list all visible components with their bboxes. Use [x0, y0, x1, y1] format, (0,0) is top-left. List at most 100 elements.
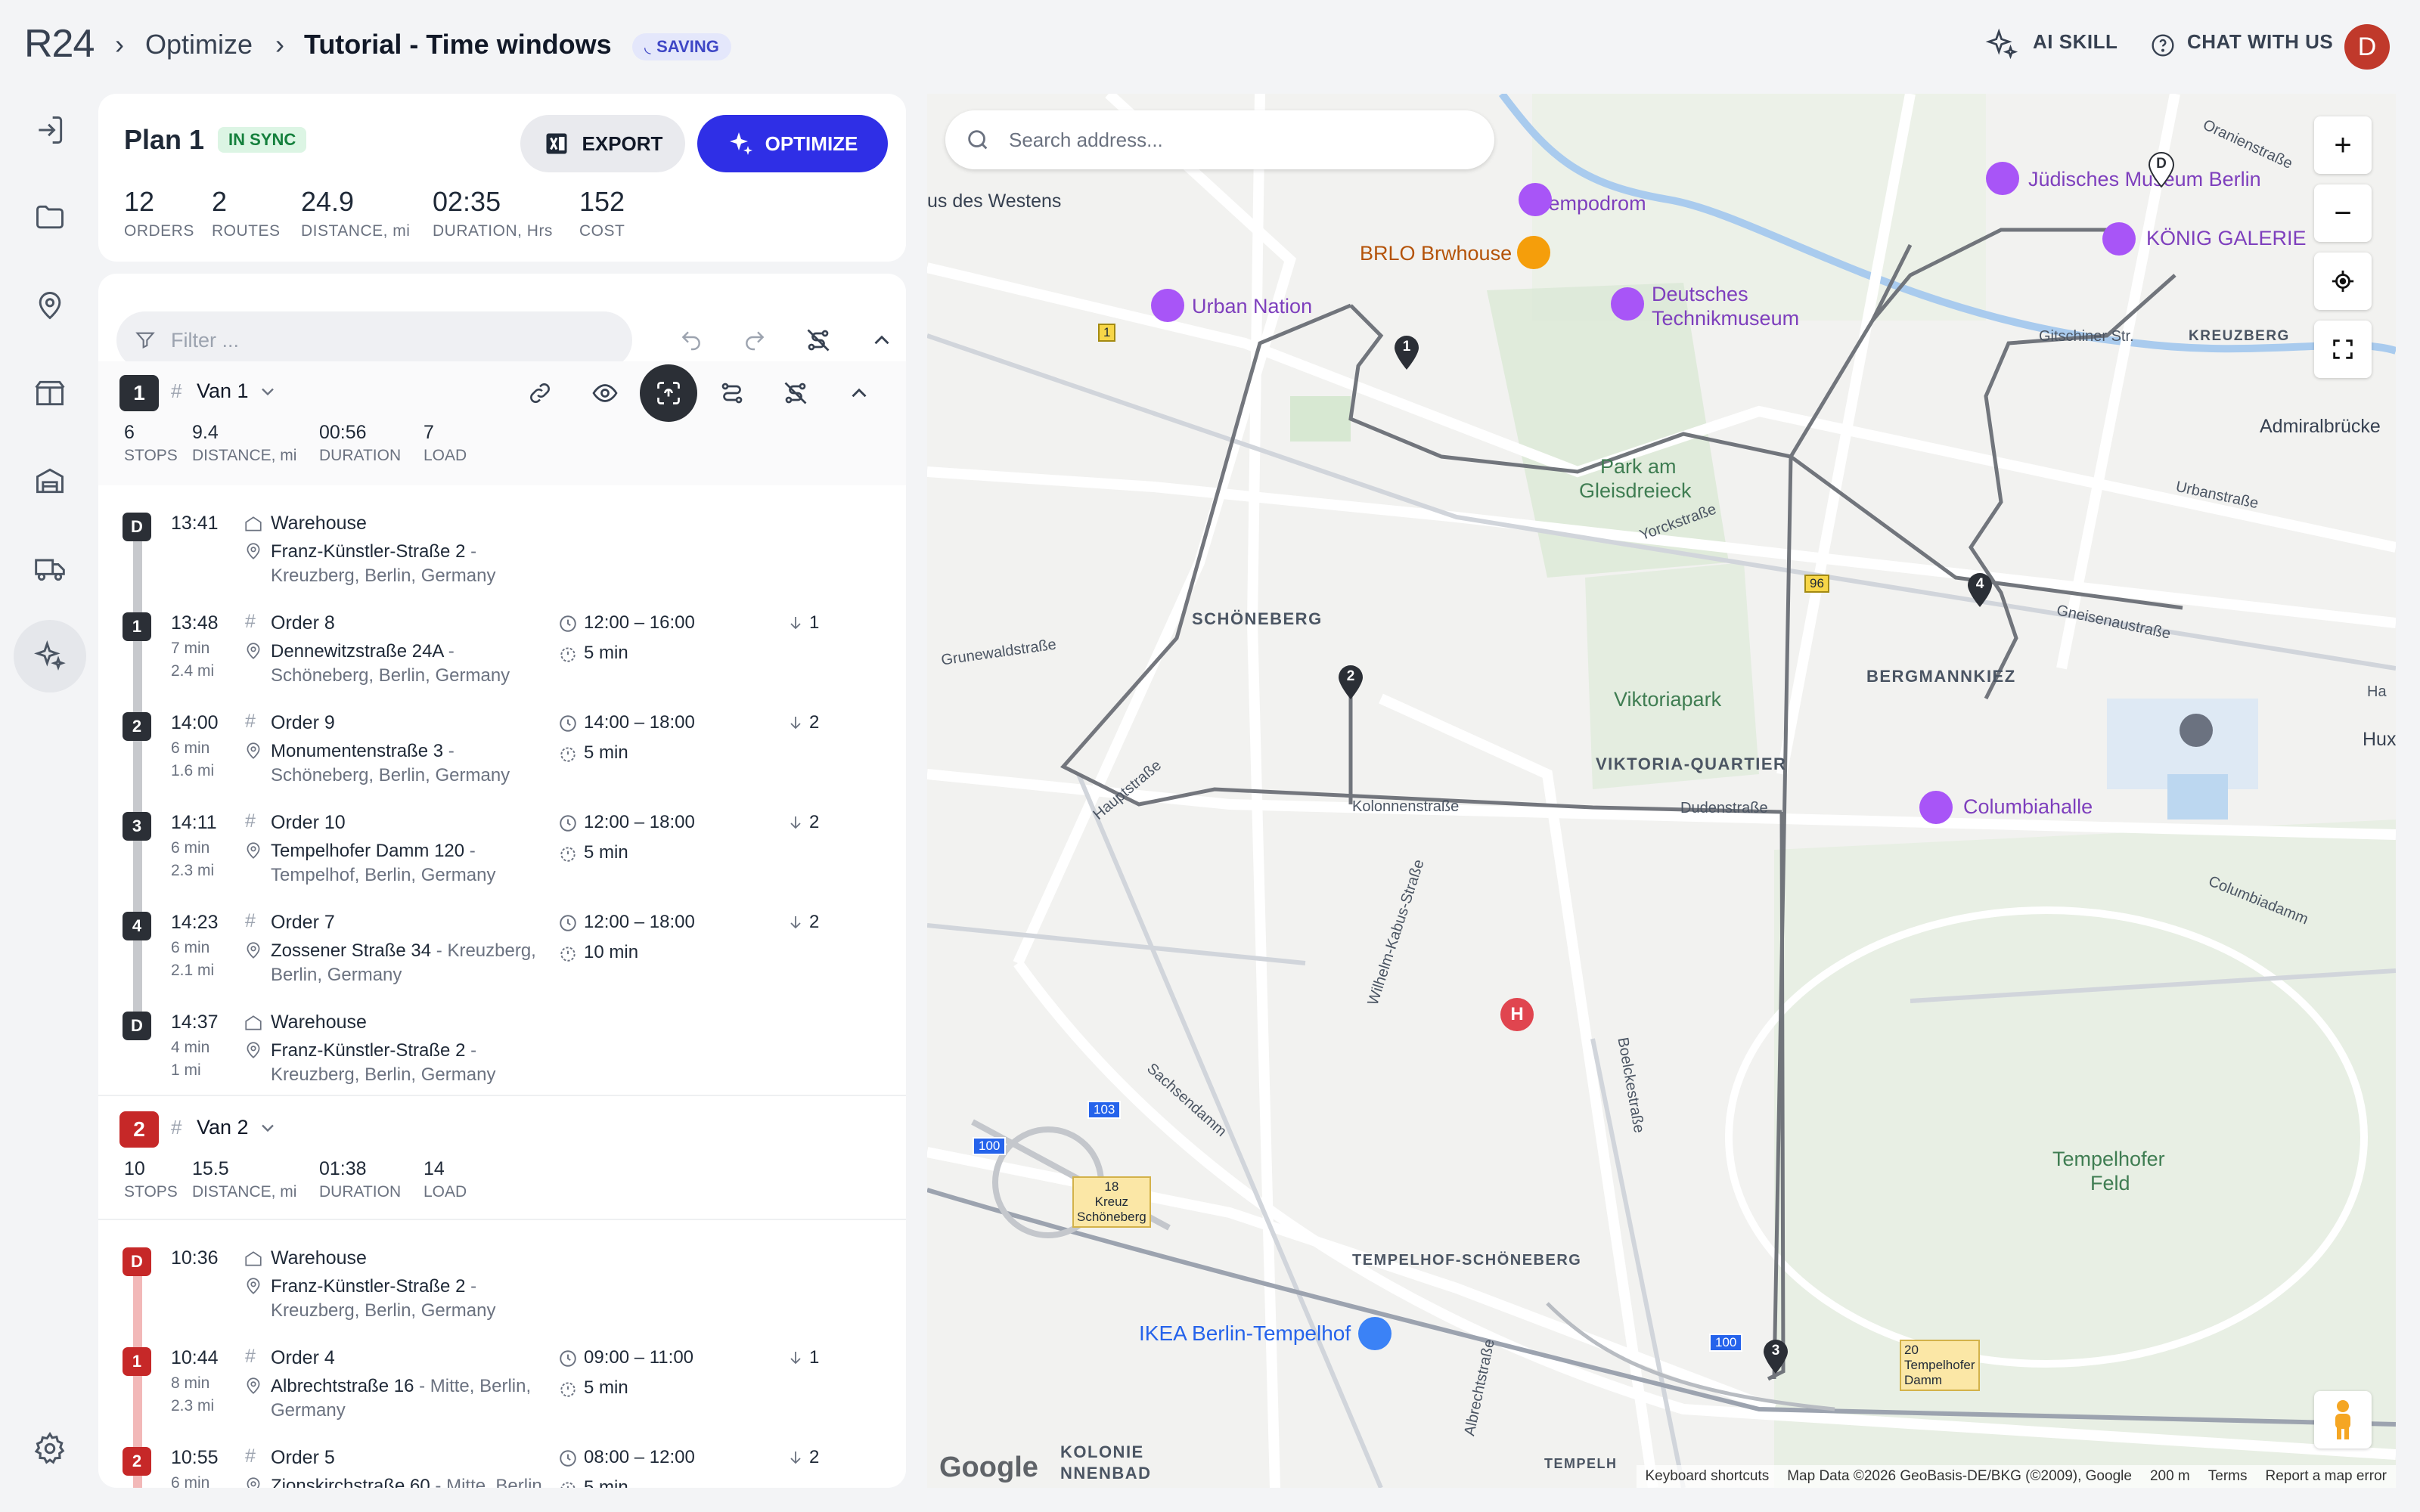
- stop-row[interactable]: 1 10:44 8 min 2.3 mi # Order 4 Albrechtstraße …: [98, 1334, 906, 1432]
- hide-routes-icon[interactable]: [796, 318, 841, 363]
- stop-name[interactable]: Order 7: [271, 912, 335, 934]
- optimize-button[interactable]: OPTIMIZE: [697, 115, 888, 172]
- street-view-pegman[interactable]: [2314, 1391, 2372, 1448]
- stop-address: Tempelhofer Damm 120 - Tempelhof, Berlin…: [271, 841, 496, 885]
- map-poi-label[interactable]: Tempodrom: [1538, 192, 1646, 215]
- map-poi-label[interactable]: KÖNIG GALERIE: [2146, 227, 2307, 250]
- route-icon[interactable]: [709, 370, 755, 416]
- my-location-button[interactable]: [2314, 253, 2372, 310]
- map-poi-label[interactable]: Columbiahalle: [1963, 795, 2093, 819]
- stop-name[interactable]: Warehouse: [271, 1247, 367, 1269]
- sparkle-icon[interactable]: [14, 620, 86, 692]
- warehouse-icon[interactable]: [14, 445, 86, 517]
- link-icon[interactable]: [517, 370, 563, 416]
- filter-input[interactable]: Filter ...: [116, 311, 632, 369]
- stop-name[interactable]: Order 9: [271, 712, 335, 734]
- stop-row[interactable]: D 13:41 Warehouse Franz-Künstler-Straße 2 -…: [98, 499, 906, 597]
- stop-row[interactable]: 3 14:11 6 min 2.3 mi # Order 10 Tempelhofer Da…: [98, 798, 906, 897]
- museum-pin-icon[interactable]: [1151, 289, 1184, 322]
- ai-skill-link[interactable]: AI SKILL: [2033, 30, 2118, 54]
- user-avatar[interactable]: D: [2344, 24, 2390, 70]
- filter-icon: [135, 332, 155, 349]
- focus-route-icon[interactable]: [640, 364, 697, 422]
- museum-pin-icon[interactable]: [1986, 162, 2019, 195]
- scale-label[interactable]: 200 m: [2150, 1468, 2190, 1485]
- map-poi-label[interactable]: IKEA Berlin-Tempelhof: [1139, 1321, 1351, 1346]
- package-icon[interactable]: [14, 357, 86, 429]
- map-view[interactable]: us des Westens Tempodrom BRLO Brwhouse U…: [927, 94, 2396, 1488]
- monument-pin-icon[interactable]: [2180, 714, 2213, 747]
- chevron-down-icon[interactable]: [257, 381, 278, 406]
- depot-marker[interactable]: D: [2148, 151, 2175, 188]
- route-stop-marker[interactable]: 2: [1337, 664, 1364, 700]
- folder-icon[interactable]: [14, 181, 86, 254]
- stop-name[interactable]: Order 8: [271, 612, 335, 634]
- hospital-icon[interactable]: H: [1500, 998, 1534, 1031]
- route-stop-marker[interactable]: 1: [1393, 334, 1420, 370]
- stop-row[interactable]: 2 10:55 6 min # Order 5 Zionskirchstraße 60 -…: [98, 1433, 906, 1488]
- stop-name[interactable]: Order 5: [271, 1447, 335, 1469]
- location-pin-icon[interactable]: [14, 269, 86, 342]
- stop-time-window: 09:00 – 11:00: [584, 1347, 694, 1368]
- stop-address: Dennewitzstraße 24A - Schöneberg, Berlin…: [271, 641, 510, 686]
- stop-name[interactable]: Warehouse: [271, 513, 367, 534]
- hash-icon: #: [245, 611, 256, 632]
- stop-row[interactable]: D 14:37 4 min 1 mi Warehouse Franz-Künstler-S…: [98, 998, 906, 1096]
- shop-pin-icon[interactable]: [1358, 1317, 1392, 1350]
- fullscreen-button[interactable]: [2314, 321, 2372, 378]
- stop-name[interactable]: Warehouse: [271, 1012, 367, 1033]
- bar-pin-icon[interactable]: [1517, 236, 1550, 269]
- undo-icon[interactable]: [669, 318, 714, 363]
- chevron-down-icon[interactable]: [257, 1117, 278, 1142]
- stop-row[interactable]: 1 13:48 7 min 2.4 mi # Order 8 Dennewitzstraße…: [98, 599, 906, 697]
- settings-icon[interactable]: [14, 1412, 86, 1485]
- sign-in-icon[interactable]: [14, 94, 86, 166]
- stop-name[interactable]: Order 4: [271, 1347, 335, 1369]
- route-name[interactable]: Van 2: [197, 1116, 249, 1139]
- chat-with-us-link[interactable]: CHAT WITH US: [2187, 30, 2333, 54]
- map-search-input[interactable]: Search address...: [945, 110, 1494, 169]
- report-error-link[interactable]: Report a map error: [2265, 1468, 2387, 1485]
- stop-address: Monumentenstraße 3 - Schöneberg, Berlin,…: [271, 741, 510, 785]
- export-button[interactable]: EXPORT: [520, 115, 685, 172]
- stop-name[interactable]: Order 10: [271, 812, 346, 834]
- redo-icon[interactable]: [732, 318, 777, 363]
- help-icon[interactable]: [2151, 33, 2175, 57]
- ai-sparkle-icon[interactable]: [1984, 27, 2019, 62]
- keyboard-shortcuts-link[interactable]: Keyboard shortcuts: [1646, 1468, 1770, 1485]
- route-header-van-2[interactable]: 2 # Van 2 10 STOPS 15.5 DISTANCE, mi 01:38…: [98, 1098, 906, 1222]
- map-poi-label[interactable]: BRLO Brwhouse: [1360, 242, 1512, 265]
- chevron-up-icon[interactable]: [836, 370, 882, 416]
- route-stop-marker[interactable]: 3: [1762, 1338, 1789, 1374]
- terms-link[interactable]: Terms: [2208, 1468, 2248, 1485]
- stop-row[interactable]: 4 14:23 6 min 2.1 mi # Order 7 Zossener Straße…: [98, 898, 906, 996]
- zoom-out-button[interactable]: −: [2314, 184, 2372, 242]
- eye-icon[interactable]: [582, 370, 628, 416]
- stop-travel-distance: 2.3 mi: [171, 862, 215, 879]
- stop-row[interactable]: D 10:36 Warehouse Franz-Künstler-Straße 2 -…: [98, 1234, 906, 1332]
- map-poi-label[interactable]: Technikmuseum: [1652, 307, 1799, 330]
- hide-route-icon[interactable]: [773, 370, 818, 416]
- collapse-all-icon[interactable]: [859, 318, 904, 363]
- venue-pin-icon[interactable]: [1919, 791, 1953, 824]
- map-district-label: SCHÖNEBERG: [1192, 609, 1323, 628]
- breadcrumb-optimize[interactable]: Optimize: [145, 29, 253, 60]
- warehouse-icon: [245, 516, 262, 531]
- museum-pin-icon[interactable]: [1611, 287, 1644, 321]
- truck-icon[interactable]: [14, 532, 86, 605]
- app-logo[interactable]: R24: [24, 21, 95, 67]
- poi-pin-icon[interactable]: [1519, 183, 1552, 216]
- route-header-van-1[interactable]: 1 # Van 1 6 STOPS 9.4 DISTANCE, mi 00:56 DU…: [98, 361, 906, 485]
- arrow-down-icon: [790, 1452, 801, 1464]
- route-stop-marker[interactable]: 4: [1966, 572, 1993, 608]
- map-poi-label[interactable]: Deutsches: [1652, 283, 1748, 306]
- route-name[interactable]: Van 1: [197, 380, 249, 403]
- map-poi-label[interactable]: Urban Nation: [1192, 295, 1312, 318]
- zoom-in-button[interactable]: +: [2314, 116, 2372, 174]
- stop-row[interactable]: 2 14:00 6 min 1.6 mi # Order 9 Monumentenstraß…: [98, 699, 906, 797]
- gallery-pin-icon[interactable]: [2102, 222, 2136, 256]
- map-attribution: Keyboard shortcuts Map Data ©2026 GeoBas…: [1636, 1465, 2396, 1488]
- clock-icon: [560, 1450, 576, 1467]
- map-poi-label[interactable]: Jüdisches Museum Berlin: [2028, 168, 2261, 191]
- route-number-badge: 2: [119, 1111, 159, 1148]
